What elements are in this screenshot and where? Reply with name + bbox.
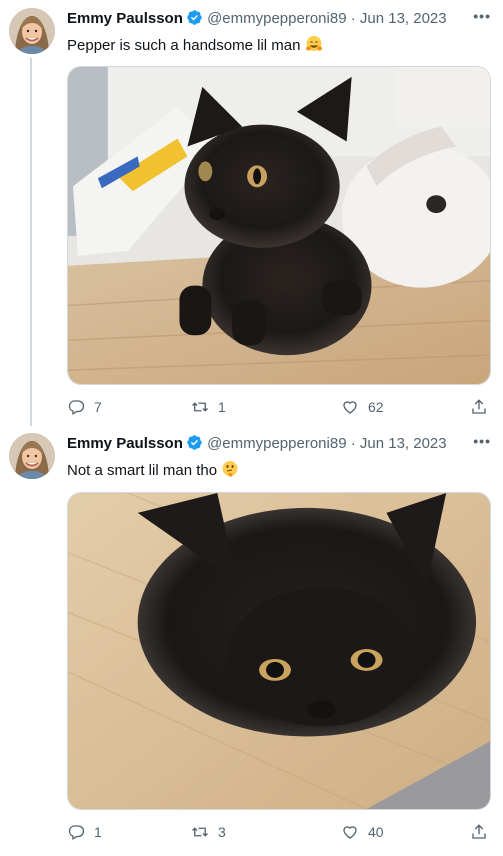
like-count: 40 <box>368 824 384 840</box>
tweet-text-content: Pepper is such a handsome lil man <box>67 37 301 54</box>
separator-dot: · <box>350 435 356 452</box>
retweet-button[interactable]: 3 <box>191 822 226 842</box>
tweet-date[interactable]: Jun 13, 2023 <box>360 435 447 452</box>
separator-dot: · <box>350 10 356 27</box>
author-name[interactable]: Emmy Paulsson <box>67 435 183 452</box>
hugging-face-emoji-icon <box>305 35 323 53</box>
tweet-photo[interactable] <box>67 492 491 810</box>
retweet-count: 3 <box>218 824 226 840</box>
share-button[interactable] <box>470 397 488 417</box>
heart-icon <box>343 401 357 414</box>
tweet-date[interactable]: Jun 13, 2023 <box>360 10 447 27</box>
reply-count: 1 <box>94 824 102 840</box>
tweet[interactable]: Emmy Paulsson @emmypepperoni89 · Jun 13,… <box>0 0 503 426</box>
reply-icon <box>68 400 85 415</box>
retweet-count: 1 <box>218 399 226 415</box>
retweet-icon <box>192 402 208 412</box>
retweet-button[interactable]: 1 <box>191 397 226 417</box>
reply-icon <box>68 825 85 840</box>
author-handle[interactable]: @emmypepperoni89 <box>207 10 346 27</box>
reply-count: 7 <box>94 399 102 415</box>
avatar[interactable] <box>9 8 55 54</box>
thinking-face-emoji-icon <box>221 460 239 478</box>
avatar-image <box>9 8 55 54</box>
tweet-header: Emmy Paulsson @emmypepperoni89 · Jun 13,… <box>67 434 497 454</box>
like-button[interactable]: 40 <box>341 822 384 842</box>
author-name[interactable]: Emmy Paulsson <box>67 10 183 27</box>
kitten-photo-image <box>68 67 490 384</box>
tweet-text-content: Not a smart lil man tho <box>67 462 218 479</box>
avatar-image <box>9 433 55 479</box>
tweet-header: Emmy Paulsson @emmypepperoni89 · Jun 13,… <box>67 9 497 29</box>
author-handle[interactable]: @emmypepperoni89 <box>207 435 346 452</box>
heart-icon <box>343 826 357 839</box>
share-button[interactable] <box>470 822 488 842</box>
thread-line <box>30 58 32 426</box>
share-icon <box>472 824 486 839</box>
retweet-icon <box>192 827 208 837</box>
verified-badge-icon <box>186 9 203 26</box>
like-count: 62 <box>368 399 384 415</box>
reply-button[interactable]: 7 <box>67 397 102 417</box>
like-button[interactable]: 62 <box>341 397 384 417</box>
tweet-actions: 7 1 62 <box>67 397 497 417</box>
tweet-actions: 1 3 40 <box>67 822 497 842</box>
tweet-text: Not a smart lil man tho <box>67 460 239 481</box>
tweet-photo[interactable] <box>67 66 491 385</box>
avatar[interactable] <box>9 433 55 479</box>
verified-badge-icon <box>186 434 203 451</box>
more-options-icon[interactable]: ••• <box>473 433 491 449</box>
tweet-text: Pepper is such a handsome lil man <box>67 35 323 56</box>
share-icon <box>472 399 486 414</box>
more-options-icon[interactable]: ••• <box>473 8 491 24</box>
tweet[interactable]: Emmy Paulsson @emmypepperoni89 · Jun 13,… <box>0 426 503 854</box>
kitten-closeup-photo-image <box>68 493 490 809</box>
reply-button[interactable]: 1 <box>67 822 102 842</box>
